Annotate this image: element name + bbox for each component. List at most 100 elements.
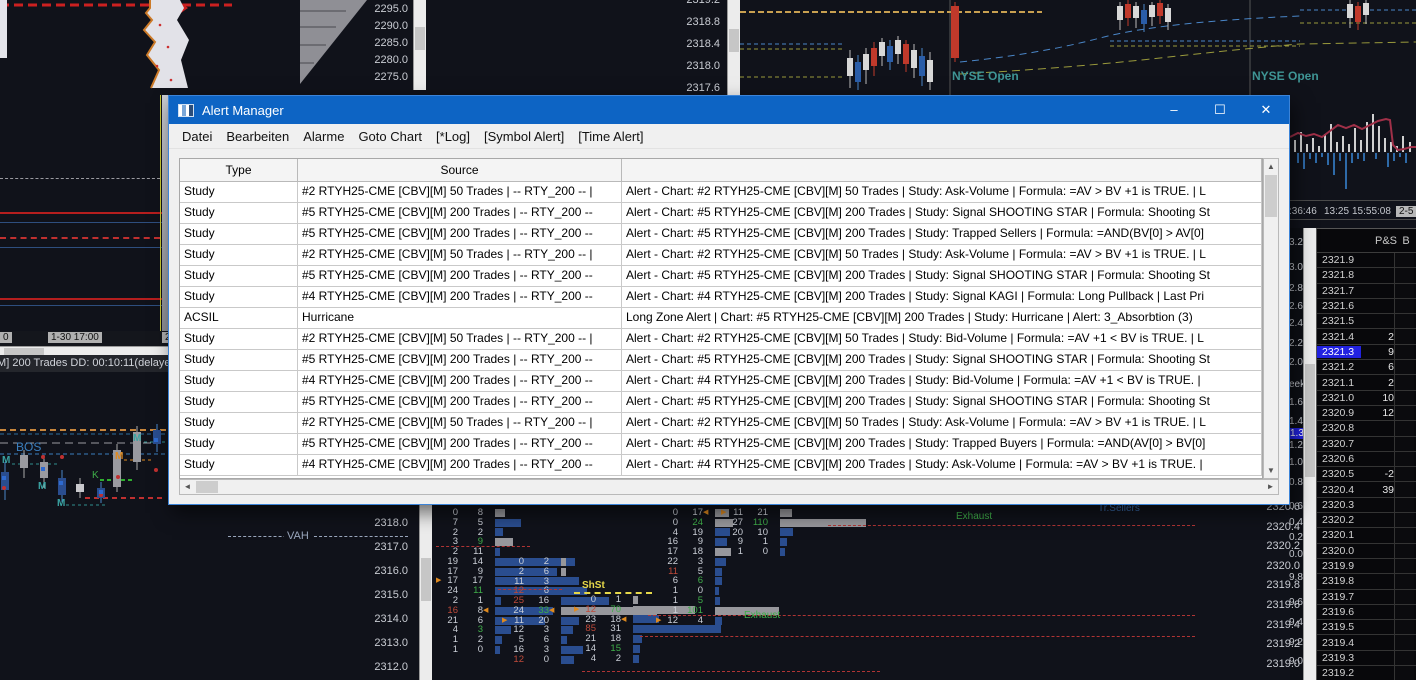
ladder-bid-cell[interactable] bbox=[1394, 253, 1414, 268]
menu-item[interactable]: [*Log] bbox=[429, 129, 477, 144]
ladder-bid-cell[interactable] bbox=[1394, 558, 1414, 574]
alert-row[interactable]: Study #5 RTYH25-CME [CBV][M] 200 Trades … bbox=[180, 392, 1262, 413]
ladder-row[interactable]: 2321.8 bbox=[1317, 268, 1416, 284]
ladder-bid-cell[interactable] bbox=[1394, 451, 1414, 467]
volume-bar bbox=[715, 597, 720, 606]
ladder-row[interactable]: 2321.5 bbox=[1317, 314, 1416, 330]
ladder-row[interactable]: 2321.0 10 bbox=[1317, 390, 1416, 406]
ladder-bid-cell[interactable] bbox=[1394, 298, 1414, 314]
ladder-bid-cell[interactable] bbox=[1394, 344, 1414, 360]
ladder-row[interactable]: 2320.0 bbox=[1317, 543, 1416, 559]
ladder-row[interactable]: 2320.2 bbox=[1317, 513, 1416, 529]
ladder-row[interactable]: 2319.9 bbox=[1317, 558, 1416, 575]
alert-row[interactable]: Study #4 RTYH25-CME [CBV][M] 200 Trades … bbox=[180, 287, 1262, 308]
alert-row[interactable]: Study #5 RTYH25-CME [CBV][M] 200 Trades … bbox=[180, 266, 1262, 287]
menu-item[interactable]: [Time Alert] bbox=[571, 129, 650, 144]
alert-row[interactable]: Study #5 RTYH25-CME [CBV][M] 200 Trades … bbox=[180, 350, 1262, 371]
scroll-left-icon[interactable]: ◄ bbox=[180, 480, 195, 494]
ladder-row[interactable]: 2320.6 bbox=[1317, 451, 1416, 468]
ladder-bid-cell[interactable] bbox=[1394, 360, 1414, 375]
ladder-bid-cell[interactable] bbox=[1394, 390, 1414, 405]
ladder-bid-cell[interactable] bbox=[1394, 421, 1414, 436]
scroll-down-icon[interactable]: ▼ bbox=[1264, 463, 1278, 478]
alert-row[interactable]: Study #5 RTYH25-CME [CBV][M] 200 Trades … bbox=[180, 203, 1262, 224]
ladder-row[interactable]: 2319.4 bbox=[1317, 635, 1416, 651]
ladder-row[interactable]: 2320.7 bbox=[1317, 436, 1416, 452]
menu-item[interactable]: Datei bbox=[175, 129, 219, 144]
ladder-row[interactable]: 2319.7 bbox=[1317, 589, 1416, 605]
ladder-row[interactable]: 2320.1 bbox=[1317, 528, 1416, 544]
ladder-row[interactable]: 2321.2 6 bbox=[1317, 360, 1416, 376]
ladder-bid-cell[interactable] bbox=[1394, 329, 1414, 344]
ladder-row[interactable]: 2321.6 bbox=[1317, 298, 1416, 315]
alert-row[interactable]: Study #2 RTYH25-CME [CBV][M] 50 Trades |… bbox=[180, 413, 1262, 434]
alert-row[interactable]: Study #2 RTYH25-CME [CBV][M] 50 Trades |… bbox=[180, 182, 1262, 203]
alert-type: ACSIL bbox=[180, 308, 298, 328]
scrollbar-topmid-chart[interactable] bbox=[727, 0, 740, 95]
scrollbar-ladder-chart[interactable] bbox=[1303, 228, 1316, 680]
menu-item[interactable]: Alarme bbox=[296, 129, 351, 144]
column-header-alert[interactable] bbox=[622, 159, 1262, 181]
ladder-row[interactable]: 2320.3 bbox=[1317, 497, 1416, 514]
scrollbar-topleft-chart[interactable] bbox=[413, 0, 426, 90]
ladder-bid-cell[interactable] bbox=[1394, 375, 1414, 390]
close-button[interactable]: ✕ bbox=[1243, 96, 1289, 124]
column-header-type[interactable]: Type bbox=[180, 159, 298, 181]
ladder-row[interactable]: 2321.9 bbox=[1317, 253, 1416, 269]
ladder-bid-cell[interactable] bbox=[1394, 314, 1414, 329]
ladder-bid-cell[interactable] bbox=[1394, 436, 1414, 451]
alert-row[interactable]: Study #4 RTYH25-CME [CBV][M] 200 Trades … bbox=[180, 455, 1262, 476]
ladder-row[interactable]: 2321.3 9 bbox=[1317, 344, 1416, 361]
ladder-row[interactable]: 2320.4 39 bbox=[1317, 482, 1416, 498]
column-header-source[interactable]: Source bbox=[298, 159, 622, 181]
ladder-bid-cell[interactable] bbox=[1394, 666, 1414, 680]
ladder-bid-cell[interactable] bbox=[1394, 574, 1414, 589]
title-bar[interactable]: Alert Manager – ☐ ✕ bbox=[169, 96, 1289, 124]
ladder-bid-cell[interactable] bbox=[1394, 467, 1414, 482]
alert-row[interactable]: Study #2 RTYH25-CME [CBV][M] 50 Trades |… bbox=[180, 245, 1262, 266]
ladder-bid-cell[interactable] bbox=[1394, 268, 1414, 283]
vertical-scroll-thumb[interactable] bbox=[1265, 175, 1277, 217]
ladder-row[interactable]: 2321.1 2 bbox=[1317, 375, 1416, 391]
ladder-bid-cell[interactable] bbox=[1394, 604, 1414, 620]
ladder-bid-cell[interactable] bbox=[1394, 482, 1414, 497]
alert-row[interactable]: Study #5 RTYH25-CME [CBV][M] 200 Trades … bbox=[180, 224, 1262, 245]
horizontal-scroll-thumb[interactable] bbox=[196, 481, 218, 493]
ladder-bid-cell[interactable] bbox=[1394, 528, 1414, 543]
maximize-button[interactable]: ☐ bbox=[1197, 96, 1243, 124]
ladder-row[interactable]: 2321.7 bbox=[1317, 283, 1416, 299]
ladder-row[interactable]: 2320.8 bbox=[1317, 421, 1416, 437]
ladder-bid-cell[interactable] bbox=[1394, 620, 1414, 635]
menu-item[interactable]: Goto Chart bbox=[351, 129, 429, 144]
table-vertical-scrollbar[interactable]: ▲ ▼ bbox=[1263, 158, 1279, 479]
ladder-row[interactable]: 2321.4 2 bbox=[1317, 329, 1416, 345]
alert-row[interactable]: Study #5 RTYH25-CME [CBV][M] 200 Trades … bbox=[180, 434, 1262, 455]
scroll-up-icon[interactable]: ▲ bbox=[1264, 159, 1278, 174]
ladder-bid-cell[interactable] bbox=[1394, 497, 1414, 513]
menu-item[interactable]: Bearbeiten bbox=[219, 129, 296, 144]
ladder-row[interactable]: 2320.5 -2 bbox=[1317, 467, 1416, 483]
ladder-bid-cell[interactable] bbox=[1394, 589, 1414, 604]
ladder-bid-cell[interactable] bbox=[1394, 635, 1414, 650]
alert-row[interactable]: Study #4 RTYH25-CME [CBV][M] 200 Trades … bbox=[180, 371, 1262, 392]
buy-marker-icon: ▶ bbox=[721, 508, 727, 516]
ladder-bid-cell[interactable] bbox=[1394, 650, 1414, 666]
alert-type: Study bbox=[180, 266, 298, 286]
ladder-row[interactable]: 2320.9 12 bbox=[1317, 405, 1416, 422]
minimize-button[interactable]: – bbox=[1151, 96, 1197, 124]
ladder-row[interactable]: 2319.5 bbox=[1317, 620, 1416, 636]
ladder-row[interactable]: 2319.8 bbox=[1317, 574, 1416, 590]
ladder-bid-cell[interactable] bbox=[1394, 513, 1414, 528]
ladder-bid-cell[interactable] bbox=[1394, 405, 1414, 421]
ladder-row[interactable]: 2319.6 bbox=[1317, 604, 1416, 621]
scroll-right-icon[interactable]: ► bbox=[1263, 480, 1278, 494]
table-horizontal-scrollbar[interactable]: ◄ ► bbox=[179, 479, 1279, 495]
ladder-row[interactable]: 2319.2 bbox=[1317, 666, 1416, 680]
menu-item[interactable]: [Symbol Alert] bbox=[477, 129, 571, 144]
ladder-row[interactable]: 2319.3 bbox=[1317, 650, 1416, 667]
scrollbar-vah-chart[interactable] bbox=[419, 505, 432, 680]
ladder-bid-cell[interactable] bbox=[1394, 543, 1414, 558]
alert-row[interactable]: ACSIL Hurricane Long Zone Alert | Chart:… bbox=[180, 308, 1262, 329]
ladder-bid-cell[interactable] bbox=[1394, 283, 1414, 298]
alert-row[interactable]: Study #2 RTYH25-CME [CBV][M] 50 Trades |… bbox=[180, 329, 1262, 350]
